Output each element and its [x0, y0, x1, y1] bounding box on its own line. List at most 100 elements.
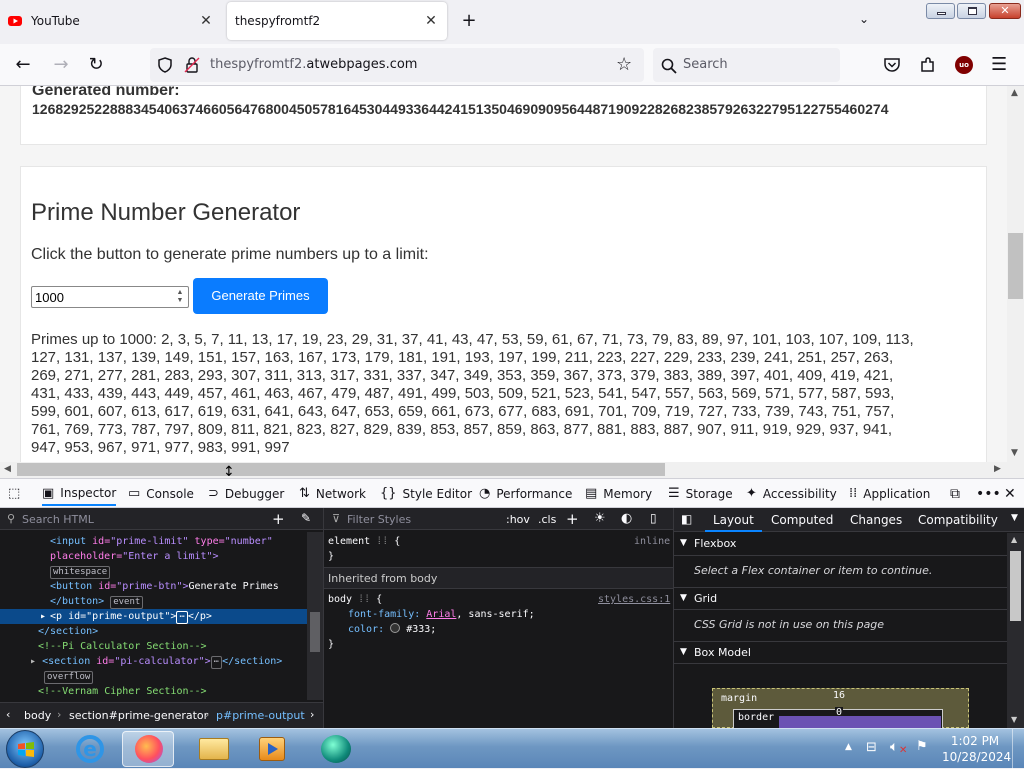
- toggle-pane-icon[interactable]: ◧: [681, 512, 692, 526]
- cls-button[interactable]: .cls: [538, 513, 556, 526]
- box-model-margin[interactable]: margin 16 border 0: [712, 688, 969, 730]
- shield-icon[interactable]: [156, 56, 174, 74]
- eyedropper-icon[interactable]: ✎: [301, 511, 311, 525]
- scroll-right-icon[interactable]: ▶: [994, 464, 1001, 474]
- taskbar-media-player[interactable]: [246, 731, 298, 767]
- tab-youtube[interactable]: YouTube ✕: [0, 2, 222, 40]
- devtools-tab-accessibility[interactable]: ✦ Accessibility: [746, 486, 837, 501]
- tab-thespyfromtf2[interactable]: thespyfromtf2 ✕: [227, 2, 447, 40]
- element-rule[interactable]: element ⁞⁞ {: [328, 534, 400, 549]
- reload-icon[interactable]: ↻: [85, 54, 107, 76]
- show-hidden-icons-chevron[interactable]: ▲: [845, 742, 852, 752]
- number-spinner-icon[interactable]: ▲ ▼: [174, 289, 186, 305]
- taskbar-app[interactable]: [311, 731, 363, 767]
- overflow-badge[interactable]: overflow: [44, 669, 94, 684]
- taskbar-file-explorer[interactable]: [187, 731, 239, 767]
- show-desktop-button[interactable]: [1012, 729, 1024, 769]
- devtools-tab-style-editor[interactable]: {} Style Editor: [380, 486, 472, 501]
- devtools-tab-console[interactable]: ▭ Console: [128, 486, 194, 501]
- url-bar[interactable]: thespyfromtf2.atwebpages.com ☆: [150, 48, 644, 82]
- more-tabs-chevron-icon[interactable]: ▼: [1011, 513, 1018, 523]
- expand-arrow-icon[interactable]: ▸: [40, 609, 46, 624]
- generate-primes-button[interactable]: Generate Primes: [193, 278, 328, 314]
- back-arrow-icon[interactable]: ←: [12, 54, 34, 76]
- volume-muted-icon[interactable]: 🔈︎ ✕: [890, 739, 908, 757]
- insecure-lock-icon[interactable]: [184, 56, 200, 74]
- box-model-border[interactable]: border 0: [733, 707, 943, 730]
- horizontal-scroll-thumb[interactable]: [17, 463, 665, 476]
- breadcrumb-p[interactable]: p#prime-output: [216, 709, 305, 722]
- horizontal-scrollbar[interactable]: ◀ ▶: [0, 462, 1024, 478]
- print-media-icon[interactable]: ▯: [650, 511, 657, 525]
- layout-scrollbar[interactable]: ▲ ▼: [1007, 533, 1024, 728]
- minimize-button[interactable]: [926, 3, 955, 19]
- scroll-down-icon[interactable]: ▼: [1011, 448, 1018, 458]
- flexbox-header[interactable]: ▼ Flexbox: [674, 533, 1007, 556]
- taskbar-internet-explorer[interactable]: e: [64, 731, 116, 767]
- devtools-tab-application[interactable]: ⁞⁞ Application: [849, 486, 930, 501]
- color-declaration[interactable]: color: #333;: [348, 622, 436, 637]
- markup-line-input-cont[interactable]: placeholder="Enter a limit">: [50, 549, 219, 564]
- breadcrumb-body[interactable]: body: [24, 709, 51, 722]
- element-picker-icon[interactable]: ⬚: [8, 486, 26, 501]
- grid-header[interactable]: ▼ Grid: [674, 587, 1007, 610]
- search-html-input[interactable]: Search HTML: [22, 513, 94, 526]
- search-bar[interactable]: Search: [653, 48, 840, 82]
- close-devtools-icon[interactable]: ✕: [1004, 486, 1016, 502]
- vertical-scroll-thumb[interactable]: [1008, 233, 1023, 299]
- ublock-origin-icon[interactable]: uo: [955, 56, 973, 74]
- markup-line-button-close[interactable]: </button> event: [50, 594, 144, 609]
- devtools-tab-inspector[interactable]: ▣ Inspector: [42, 482, 117, 506]
- bookmark-star-icon[interactable]: ☆: [616, 54, 632, 75]
- breadcrumb-left-icon[interactable]: ‹: [6, 708, 10, 721]
- scroll-up-icon[interactable]: ▲: [1011, 88, 1018, 98]
- markup-line-button[interactable]: <button id="prime-btn">Generate Primes: [50, 579, 279, 594]
- side-tab-layout[interactable]: Layout: [705, 508, 762, 532]
- close-tab-icon[interactable]: ✕: [198, 13, 214, 29]
- action-center-flag-icon[interactable]: ⚑: [916, 739, 932, 757]
- url-text[interactable]: thespyfromtf2.atwebpages.com: [210, 57, 417, 72]
- box-model-header[interactable]: ▼ Box Model: [674, 641, 1007, 664]
- markup-line-input[interactable]: <input id="prime-limit" type="number": [50, 534, 273, 549]
- network-icon[interactable]: ⊟: [866, 740, 882, 756]
- hov-button[interactable]: :hov: [506, 513, 530, 526]
- markup-line-selected-p[interactable]: ▸ <p id="prime-output"> ⋯ </p>: [0, 609, 307, 624]
- add-node-icon[interactable]: +: [272, 510, 285, 528]
- prime-limit-input[interactable]: 1000 ▲ ▼: [31, 286, 189, 308]
- side-tab-compatibility[interactable]: Compatibility: [918, 513, 998, 527]
- markup-line-pi-section[interactable]: ▸ <section id="pi-calculator"> ⋯ </section…: [30, 654, 282, 669]
- markup-scrollbar[interactable]: [307, 532, 323, 700]
- breadcrumb-right-icon[interactable]: ›: [310, 708, 314, 721]
- devtools-tab-debugger[interactable]: ⊃ Debugger: [208, 486, 284, 501]
- devtools-tab-memory[interactable]: ▤ Memory: [585, 486, 652, 501]
- side-tab-changes[interactable]: Changes: [850, 513, 902, 527]
- close-tab-icon[interactable]: ✕: [423, 13, 439, 29]
- dark-theme-icon[interactable]: ◐: [621, 511, 632, 526]
- start-button[interactable]: [6, 730, 44, 768]
- light-theme-icon[interactable]: ☀: [594, 511, 606, 526]
- restore-button[interactable]: [957, 3, 986, 19]
- tab-list-chevron-icon[interactable]: ⌄: [855, 12, 873, 30]
- hamburger-menu-icon[interactable]: ☰: [991, 54, 1007, 75]
- dock-side-icon[interactable]: ⧉: [950, 486, 960, 502]
- pocket-icon[interactable]: [883, 56, 901, 74]
- devtools-tab-storage[interactable]: ☰ Storage: [668, 486, 733, 501]
- color-swatch[interactable]: [390, 623, 401, 633]
- devtools-tab-performance[interactable]: ◔ Performance: [479, 486, 572, 501]
- more-options-icon[interactable]: •••: [976, 486, 1001, 502]
- close-window-button[interactable]: ✕: [989, 3, 1021, 19]
- taskbar-firefox[interactable]: [122, 731, 174, 767]
- side-tab-computed[interactable]: Computed: [771, 513, 833, 527]
- add-rule-icon[interactable]: +: [566, 510, 579, 528]
- whitespace-badge[interactable]: whitespace: [50, 564, 111, 579]
- stylesheet-link[interactable]: styles.css:1: [598, 592, 670, 607]
- devtools-tab-network[interactable]: ⇅ Network: [299, 486, 366, 501]
- font-family-declaration[interactable]: font-family: Arial, sans-serif;: [348, 607, 535, 622]
- forward-arrow-icon[interactable]: →: [50, 54, 72, 76]
- new-tab-icon[interactable]: +: [460, 12, 478, 30]
- scroll-left-icon[interactable]: ◀: [4, 464, 11, 474]
- breadcrumb-section[interactable]: section#prime-generator: [69, 709, 208, 722]
- system-clock[interactable]: 1:02 PM 10/28/2024: [942, 733, 1011, 765]
- filter-styles-input[interactable]: Filter Styles: [347, 513, 411, 526]
- markup-line-section-close[interactable]: </section>: [38, 624, 98, 639]
